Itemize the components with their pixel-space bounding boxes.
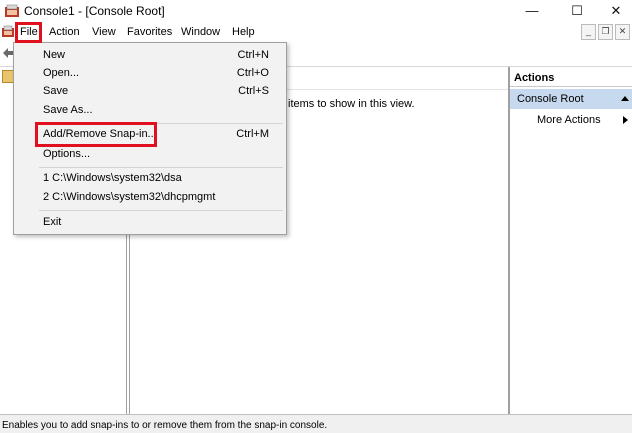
mdi-controls: _ ❐ ✕ bbox=[579, 24, 630, 40]
menu-item-recent-1[interactable]: 1 C:\Windows\system32\dsa bbox=[15, 169, 285, 188]
menu-item-exit[interactable]: Exit bbox=[15, 213, 285, 232]
menu-window[interactable]: Window bbox=[177, 22, 224, 42]
menu-item-label: New bbox=[43, 49, 66, 61]
more-actions-item[interactable]: More Actions bbox=[510, 111, 632, 129]
actions-title: Actions bbox=[510, 69, 632, 87]
menu-item-save-as[interactable]: Save As... bbox=[15, 101, 285, 120]
snap-in-highlight-box bbox=[35, 122, 157, 147]
child-restore-button[interactable]: ❐ bbox=[598, 24, 613, 40]
status-text: Enables you to add snap-ins to or remove… bbox=[2, 420, 328, 431]
menu-item-shortcut: Ctrl+S bbox=[238, 85, 269, 97]
menu-item-label: 2 C:\Windows\system32\dhcpmgmt bbox=[43, 191, 216, 203]
menu-item-label: Exit bbox=[43, 216, 62, 228]
collapse-arrow-icon[interactable] bbox=[621, 96, 629, 101]
menu-action[interactable]: Action bbox=[45, 22, 84, 42]
more-actions-label: More Actions bbox=[537, 114, 601, 126]
menu-item-recent-2[interactable]: 2 C:\Windows\system32\dhcpmgmt bbox=[15, 188, 285, 207]
menu-favorites[interactable]: Favorites bbox=[123, 22, 176, 42]
close-button[interactable]: ✕ bbox=[596, 0, 632, 22]
empty-view-message: items to show in this view. bbox=[288, 98, 415, 110]
menu-item-label: 1 C:\Windows\system32\dsa bbox=[43, 172, 182, 184]
child-close-button[interactable]: ✕ bbox=[615, 24, 630, 40]
menu-item-options[interactable]: Options... bbox=[15, 145, 285, 164]
menu-item-label: Open... bbox=[43, 67, 80, 79]
menu-item-shortcut: Ctrl+O bbox=[236, 67, 269, 79]
menu-item-open[interactable]: Open... Ctrl+O bbox=[15, 64, 285, 83]
minimize-button[interactable]: — bbox=[512, 0, 552, 22]
menu-item-label: Options... bbox=[43, 148, 91, 160]
menu-item-shortcut: Ctrl+N bbox=[237, 49, 269, 61]
file-menu-highlight-box bbox=[15, 22, 42, 43]
menu-item-shortcut: Ctrl+M bbox=[236, 128, 269, 140]
menu-item-save[interactable]: Save Ctrl+S bbox=[15, 82, 285, 101]
menu-item-label: Save As... bbox=[43, 104, 93, 116]
submenu-arrow-icon bbox=[623, 116, 628, 124]
actions-section-label: Console Root bbox=[517, 93, 584, 105]
menu-help[interactable]: Help bbox=[228, 22, 259, 42]
menu-item-new[interactable]: New Ctrl+N bbox=[15, 46, 285, 65]
console-icon[interactable] bbox=[1, 25, 15, 39]
menu-separator bbox=[39, 210, 283, 211]
actions-section-console-root[interactable]: Console Root bbox=[510, 89, 632, 109]
maximize-button[interactable]: ☐ bbox=[557, 0, 597, 22]
mmc-app-icon[interactable] bbox=[4, 4, 20, 18]
status-bar: Enables you to add snap-ins to or remove… bbox=[0, 414, 632, 433]
title-bar: Console1 - [Console Root] — ☐ ✕ bbox=[0, 0, 632, 22]
child-minimize-button[interactable]: _ bbox=[581, 24, 596, 40]
actions-pane: Actions Console Root More Actions bbox=[509, 67, 632, 414]
menu-item-label: Save bbox=[43, 85, 69, 97]
window-title: Console1 - [Console Root] bbox=[24, 4, 165, 18]
menu-bar: File Action View Favorites Window Help bbox=[0, 22, 632, 42]
menu-view[interactable]: View bbox=[88, 22, 120, 42]
menu-separator bbox=[39, 167, 283, 168]
